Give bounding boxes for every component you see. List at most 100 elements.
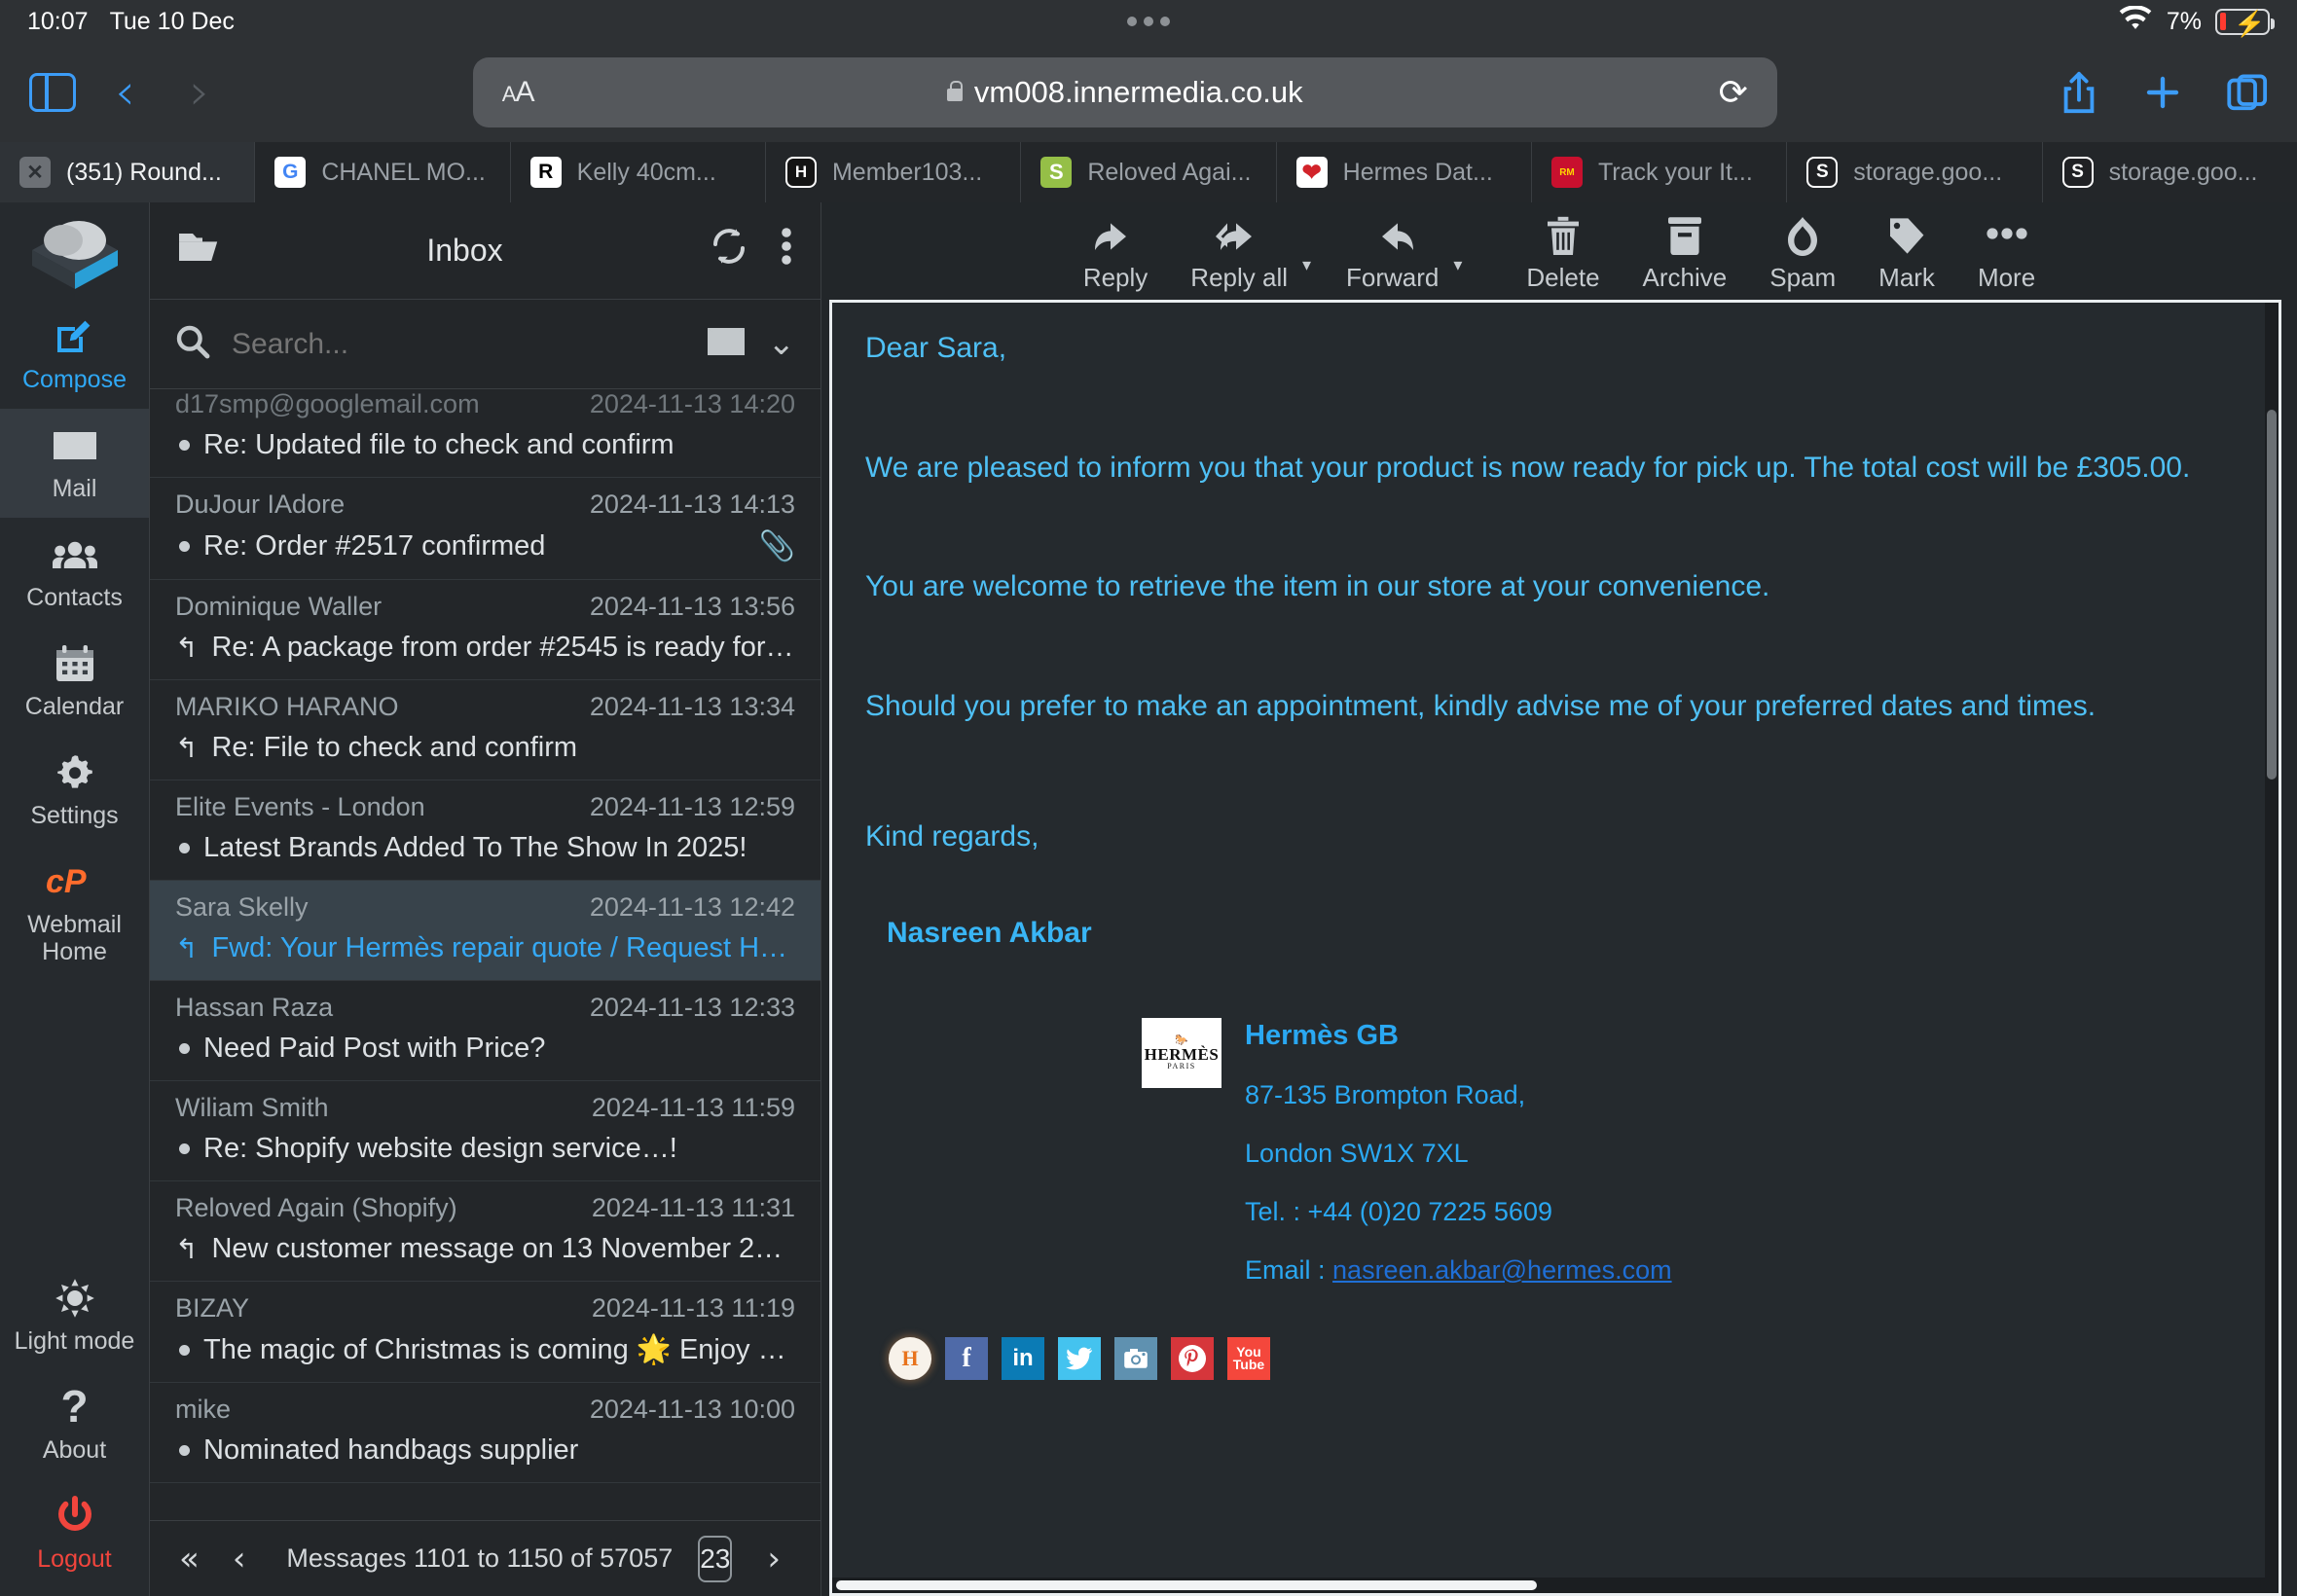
- list-item-selected[interactable]: Sara Skelly 2024-11-13 12:42 ↰ Fwd: Your…: [150, 881, 820, 981]
- sidebar-nav: Compose Mail Contacts Calendar Settings …: [0, 202, 150, 1596]
- refresh-icon[interactable]: [710, 227, 748, 274]
- list-item[interactable]: Dominique Waller 2024-11-13 13:56 ↰ Re: …: [150, 580, 820, 680]
- list-item[interactable]: Hassan Raza 2024-11-13 12:33 Need Paid P…: [150, 981, 820, 1081]
- hermes-badge-icon[interactable]: H: [889, 1337, 931, 1380]
- browser-tab[interactable]: S storage.goo...: [1787, 142, 2043, 202]
- sidebar-item-logout[interactable]: Logout: [0, 1479, 149, 1596]
- browser-tab[interactable]: ❤ Hermes Dat...: [1277, 142, 1532, 202]
- sidebar-item-calendar[interactable]: Calendar: [0, 627, 149, 736]
- search-input[interactable]: [232, 327, 684, 361]
- list-item[interactable]: Wiliam Smith 2024-11-13 11:59 Re: Shopif…: [150, 1081, 820, 1181]
- message-sender: Sara Skelly: [175, 892, 309, 922]
- linkedin-icon[interactable]: in: [1002, 1337, 1044, 1380]
- browser-tab[interactable]: H Member103...: [766, 142, 1022, 202]
- webmail-app: Compose Mail Contacts Calendar Settings …: [0, 202, 2297, 1596]
- sidebar-item-label: Light mode: [14, 1327, 135, 1355]
- sidebar-item-settings[interactable]: Settings: [0, 736, 149, 845]
- message-horizontal-scrollbar[interactable]: [832, 1578, 2279, 1593]
- chevron-down-icon[interactable]: ▾: [1453, 255, 1462, 275]
- more-vertical-icon[interactable]: [780, 227, 793, 274]
- message-date: 2024-11-13 12:59: [589, 792, 795, 821]
- sidebar-item-light-mode[interactable]: Light mode: [0, 1261, 149, 1370]
- forward-icon[interactable]: ›: [190, 67, 210, 119]
- browser-tab[interactable]: RM Track your It...: [1532, 142, 1788, 202]
- list-item[interactable]: Elite Events - London 2024-11-13 12:59 L…: [150, 780, 820, 881]
- sidebar-item-contacts[interactable]: Contacts: [0, 518, 149, 627]
- message-toolbar: Reply ▾ Reply all ▾ Forward Delete Archi…: [821, 202, 2297, 300]
- sidebar-item-about[interactable]: ? About: [0, 1370, 149, 1479]
- browser-tab[interactable]: R Kelly 40cm...: [511, 142, 766, 202]
- message-sender: mike: [175, 1395, 232, 1424]
- forward-button[interactable]: ▾ Forward: [1309, 214, 1462, 293]
- status-bar-right: 7% ⚡: [2118, 4, 2275, 38]
- message-list[interactable]: d17smp@googlemail.com 2024-11-13 14:20 R…: [150, 389, 820, 1520]
- list-item[interactable]: DuJour IAdore 2024-11-13 14:13 Re: Order…: [150, 478, 820, 580]
- message-vertical-scrollbar[interactable]: [2265, 303, 2279, 1593]
- folder-icon[interactable]: [177, 230, 220, 272]
- next-page-icon[interactable]: ›: [767, 1540, 781, 1578]
- new-tab-icon[interactable]: [2143, 73, 2182, 112]
- multitask-handle[interactable]: [1127, 17, 1170, 26]
- list-item[interactable]: Reloved Again (Shopify) 2024-11-13 11:31…: [150, 1181, 820, 1282]
- page-number-input[interactable]: 23: [698, 1535, 733, 1582]
- list-item[interactable]: mike 2024-11-13 10:00 Nominated handbags…: [150, 1383, 820, 1483]
- message-subject: Re: Shopify website design service…!: [203, 1133, 677, 1164]
- signature-email-link[interactable]: nasreen.akbar@hermes.com: [1332, 1255, 1672, 1285]
- facebook-icon[interactable]: f: [945, 1337, 988, 1380]
- pinterest-icon[interactable]: [1171, 1337, 1214, 1380]
- list-item[interactable]: d17smp@googlemail.com 2024-11-13 14:20 R…: [150, 389, 820, 478]
- list-item[interactable]: BIZAY 2024-11-13 11:19 The magic of Chri…: [150, 1282, 820, 1383]
- browser-tab[interactable]: G CHANEL MO...: [255, 142, 511, 202]
- sidebar-toggle-icon[interactable]: [29, 73, 76, 112]
- shopify-icon: S: [1040, 157, 1073, 188]
- tabs-overview-icon[interactable]: [2227, 73, 2268, 112]
- search-scope-envelope-icon[interactable]: [706, 326, 747, 362]
- sidebar-item-label: Contacts: [26, 584, 123, 611]
- status-bar-left: 10:07 Tue 10 Dec: [27, 8, 235, 36]
- sidebar-item-webmail-home[interactable]: cP Webmail Home: [0, 845, 149, 981]
- hermes-wordmark: HERMÈS: [1144, 1045, 1220, 1064]
- reload-icon[interactable]: ⟳: [1719, 72, 1748, 113]
- message-date: 2024-11-13 11:19: [591, 1293, 795, 1323]
- more-button[interactable]: More: [1956, 214, 2057, 293]
- unread-dot-icon: [179, 843, 190, 853]
- chevron-down-icon[interactable]: ⌄: [768, 327, 796, 361]
- search-bar[interactable]: ⌄: [150, 300, 820, 389]
- browser-tab[interactable]: S Reloved Agai...: [1021, 142, 1277, 202]
- back-icon[interactable]: ‹: [115, 67, 135, 119]
- close-x-icon[interactable]: ✕: [19, 157, 51, 188]
- toolbar-label: Reply all: [1190, 262, 1289, 292]
- message-subject: Fwd: Your Hermès repair quote / Request …: [211, 932, 795, 963]
- list-item[interactable]: MARIKO HARANO 2024-11-13 13:34 ↰ Re: Fil…: [150, 680, 820, 780]
- reply-button[interactable]: Reply: [1062, 214, 1169, 293]
- share-icon[interactable]: [2060, 70, 2098, 115]
- browser-tab[interactable]: S storage.goo...: [2043, 142, 2297, 202]
- message-date: 2024-11-13 10:00: [589, 1395, 795, 1424]
- browser-tab[interactable]: ✕ (351) Round...: [0, 142, 256, 202]
- sidebar-item-mail[interactable]: Mail: [0, 409, 149, 518]
- archive-button[interactable]: Archive: [1622, 214, 1749, 293]
- delete-button[interactable]: Delete: [1505, 214, 1621, 293]
- twitter-icon[interactable]: [1058, 1337, 1101, 1380]
- toolbar-label: Spam: [1769, 262, 1837, 292]
- question-icon: ?: [60, 1381, 89, 1433]
- tab-title: Track your It...: [1597, 158, 1753, 186]
- toolbar-label: More: [1977, 262, 2036, 292]
- s-letter-icon: S: [2061, 157, 2094, 188]
- address-bar[interactable]: AA vm008.innermedia.co.uk ⟳: [472, 57, 1777, 127]
- text-size-icon[interactable]: AA: [502, 76, 535, 109]
- mark-button[interactable]: Mark: [1857, 214, 1956, 293]
- message-subject: New customer message on 13 November 20…: [211, 1233, 795, 1264]
- first-page-icon[interactable]: «: [179, 1540, 200, 1578]
- instagram-icon[interactable]: [1114, 1337, 1157, 1380]
- s-letter-icon: S: [1806, 157, 1839, 188]
- message-iframe[interactable]: Dear Sara, We are pleased to inform you …: [829, 300, 2281, 1596]
- sidebar-item-label: Logout: [37, 1545, 112, 1573]
- prev-page-icon[interactable]: ‹: [233, 1540, 246, 1578]
- spam-button[interactable]: Spam: [1748, 214, 1857, 293]
- sidebar-item-compose[interactable]: Compose: [0, 300, 149, 409]
- message-date: 2024-11-13 11:31: [591, 1193, 795, 1222]
- reply-all-button[interactable]: ▾ Reply all: [1169, 214, 1311, 293]
- youtube-icon[interactable]: You Tube: [1227, 1337, 1270, 1380]
- message-sender: MARIKO HARANO: [175, 692, 399, 721]
